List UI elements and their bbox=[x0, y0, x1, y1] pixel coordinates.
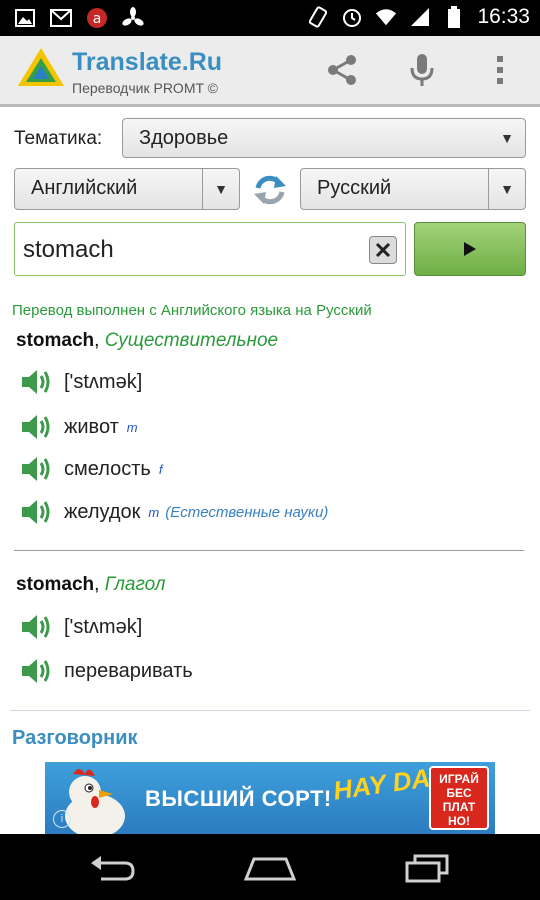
subject-domain-label: (Естественные науки) bbox=[165, 503, 329, 521]
chevron-down-icon: ▼ bbox=[500, 130, 514, 146]
translation-word: живот bbox=[64, 415, 119, 438]
list-item: смелость f bbox=[20, 453, 162, 485]
close-icon bbox=[375, 242, 391, 258]
rotate-icon bbox=[307, 6, 329, 28]
chevron-down-icon: ▼ bbox=[202, 169, 239, 209]
speaker-icon[interactable] bbox=[20, 612, 52, 642]
ad-banner[interactable]: ВЫСШИЙ СОРТ! HAY DAY ИГРАЙ БЕС ПЛАТ НО! … bbox=[45, 762, 495, 834]
recent-apps-button[interactable] bbox=[398, 850, 458, 886]
status-bar: a 16:33 bbox=[0, 0, 540, 36]
topic-value: Здоровье bbox=[139, 127, 229, 149]
app-title: Translate.Ru bbox=[72, 48, 223, 76]
banner-text: ВЫСШИЙ СОРТ! bbox=[145, 786, 332, 811]
topic-label: Тематика: bbox=[14, 128, 103, 149]
divider bbox=[10, 710, 530, 711]
home-button[interactable] bbox=[240, 850, 300, 886]
speaker-icon[interactable] bbox=[20, 497, 52, 527]
overflow-menu-icon bbox=[497, 56, 503, 84]
translate-button[interactable] bbox=[414, 222, 526, 276]
home-icon bbox=[243, 857, 297, 881]
search-input[interactable] bbox=[21, 231, 355, 269]
list-item: желудок m (Естественные науки) bbox=[20, 496, 328, 528]
play-icon bbox=[464, 242, 476, 256]
gmail-icon bbox=[50, 7, 72, 29]
entry-heading: stomach, Существительное bbox=[16, 330, 278, 352]
list-item: ['stʌmək] bbox=[20, 611, 142, 643]
app-bar: Translate.Ru Переводчик PROMT © bbox=[0, 36, 540, 107]
microphone-button[interactable] bbox=[402, 50, 442, 90]
share-icon bbox=[328, 55, 356, 85]
list-item: переваривать bbox=[20, 655, 193, 687]
list-item: живот m bbox=[20, 411, 138, 443]
ad-info-icon[interactable]: i bbox=[53, 810, 71, 828]
translation-word: переваривать bbox=[64, 659, 193, 682]
target-language-value: Русский bbox=[317, 177, 392, 199]
entry-separator: , bbox=[94, 574, 100, 595]
recent-apps-icon bbox=[405, 854, 449, 883]
entry-word: stomach bbox=[16, 330, 95, 351]
image-icon bbox=[14, 7, 36, 29]
speaker-icon[interactable] bbox=[20, 367, 52, 397]
target-language-select[interactable]: Русский ▼ bbox=[300, 168, 526, 210]
translation-word: смелость bbox=[64, 457, 151, 480]
source-language-value: Английский bbox=[31, 177, 138, 199]
translation-word: желудок bbox=[64, 500, 141, 523]
chevron-down-icon: ▼ bbox=[488, 169, 525, 209]
entry-part-of-speech: Глагол bbox=[104, 574, 166, 595]
app-subtitle: Переводчик PROMT © bbox=[72, 80, 218, 96]
back-icon bbox=[91, 856, 135, 881]
microphone-icon bbox=[410, 54, 434, 86]
clock: 16:33 bbox=[477, 5, 530, 28]
wifi-icon bbox=[375, 6, 397, 28]
entry-separator: , bbox=[94, 330, 100, 351]
entry-part-of-speech: Существительное bbox=[104, 330, 279, 351]
entry-word: stomach bbox=[16, 574, 95, 595]
back-button[interactable] bbox=[82, 850, 142, 886]
battery-icon bbox=[443, 6, 465, 28]
speaker-icon[interactable] bbox=[20, 656, 52, 686]
alarm-icon bbox=[341, 6, 363, 28]
avito-icon: a bbox=[86, 7, 108, 29]
navigation-bar bbox=[0, 834, 540, 900]
share-button[interactable] bbox=[322, 50, 362, 90]
fan-icon bbox=[122, 7, 144, 29]
transcription: ['stʌmək] bbox=[64, 615, 143, 638]
speaker-icon[interactable] bbox=[20, 412, 52, 442]
signal-icon bbox=[409, 6, 431, 28]
swap-languages-button[interactable] bbox=[252, 172, 288, 208]
gender-label: m bbox=[148, 504, 160, 520]
clear-button[interactable] bbox=[369, 236, 397, 264]
transcription: ['stʌmək] bbox=[64, 370, 143, 393]
topic-select[interactable]: Здоровье ▼ bbox=[122, 118, 526, 158]
search-box bbox=[14, 222, 406, 276]
source-language-select[interactable]: Английский ▼ bbox=[14, 168, 240, 210]
gender-label: f bbox=[158, 461, 163, 477]
swap-icon bbox=[254, 175, 286, 205]
overflow-menu-button[interactable] bbox=[480, 50, 520, 90]
speaker-icon[interactable] bbox=[20, 454, 52, 484]
phrasebook-link[interactable]: Разговорник bbox=[12, 727, 138, 750]
gender-label: m bbox=[126, 419, 138, 435]
divider bbox=[14, 550, 524, 551]
translation-status: Перевод выполнен с Английского языка на … bbox=[12, 302, 372, 319]
svg-text:a: a bbox=[93, 11, 102, 27]
entry-heading: stomach, Глагол bbox=[16, 574, 166, 596]
translate-logo-icon bbox=[16, 46, 66, 94]
banner-badge: ИГРАЙ БЕС ПЛАТ НО! bbox=[429, 766, 489, 830]
list-item: ['stʌmək] bbox=[20, 366, 142, 398]
